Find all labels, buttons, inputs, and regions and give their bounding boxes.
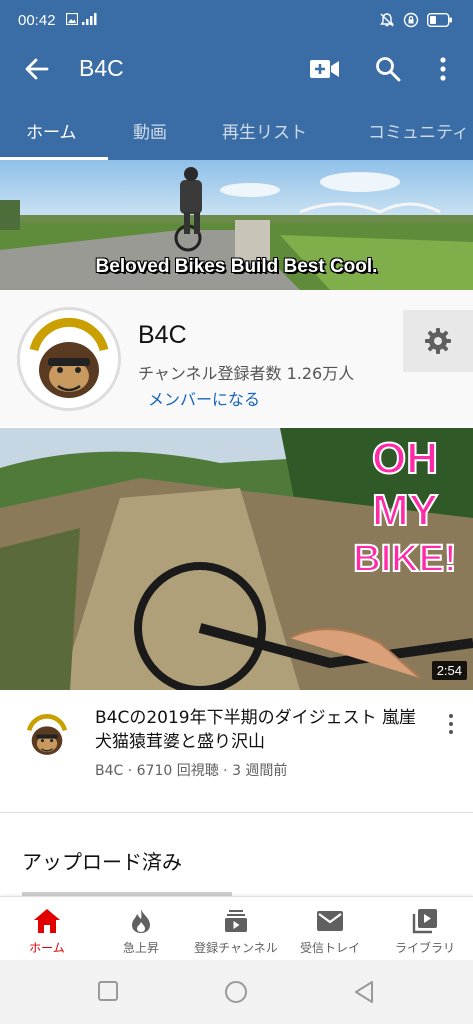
channel-header: B4C チャンネル登録者数 1.26万人 メンバーになる [0,290,473,426]
channel-avatar[interactable] [17,307,121,411]
status-time: 00:42 [18,12,56,29]
circle-icon [225,981,247,1003]
video-title[interactable]: B4Cの2019年下半期のダイジェスト 嵐崖犬猫猿茸婆と盛り沢山 [95,706,425,754]
uploads-section-title: アップロード済み [22,850,182,874]
more-options-button[interactable] [426,52,460,86]
back-arrow-icon [25,58,49,80]
home-system-button[interactable] [224,980,250,1006]
join-membership-link[interactable]: メンバーになる [148,386,260,410]
gear-icon [425,328,451,354]
library-icon [412,909,437,934]
triangle-back-icon [355,981,373,1003]
more-vert-dot [449,714,453,718]
nav-home-label: ホーム [29,941,65,955]
status-right-icons [379,12,453,28]
status-left-icons [66,13,98,25]
app-bar: B4C [0,40,473,98]
status-bar: 00:42 [0,0,473,40]
back-system-button[interactable] [353,980,379,1006]
gorilla-avatar-image [20,310,118,408]
add-video-icon [310,60,339,78]
video-more-button[interactable] [441,712,461,736]
channel-settings-button[interactable] [403,310,473,372]
more-vert-icon [440,57,446,81]
signal-icon [82,13,97,25]
nav-inbox-label: 受信トレイ [299,941,360,955]
tab-videos[interactable]: 動画 [133,118,167,143]
inbox-icon [317,911,343,931]
nav-library[interactable]: ライブラリ [378,897,472,961]
lock-rotation-icon [403,12,419,28]
tab-community[interactable]: コミュニティ [368,118,469,143]
more-vert-dot [449,722,453,726]
nav-trending[interactable]: 急上昇 [94,897,188,961]
search-icon [376,57,401,82]
channel-tabs: ホーム 動画 再生リスト コミュニティ [0,98,473,160]
recent-apps-button[interactable] [97,980,123,1006]
nav-inbox[interactable]: 受信トレイ [283,897,377,961]
image-icon [66,13,78,25]
video-duration-badge: 2:54 [431,661,467,680]
channel-title: B4C [79,55,124,81]
banner-tagline: Beloved Bikes Build Best Cool. [95,256,378,277]
video-meta: B4C · 6710 回視聴 · 3 週間前 [95,763,288,779]
add-video-button[interactable] [308,52,342,86]
search-button[interactable] [371,52,405,86]
thumbnail-overlay-line-3: BIKE! [352,537,457,581]
home-icon [34,909,60,933]
subscriber-count: チャンネル登録者数 1.26万人 [138,364,355,383]
featured-video-thumbnail[interactable]: OH MY BIKE! 2:54 [0,428,473,690]
tab-playlists[interactable]: 再生リスト [222,118,307,143]
square-icon [98,981,118,1001]
video-channel-avatar[interactable] [22,710,72,760]
system-navigation-bar [0,960,473,1024]
nav-subscriptions[interactable]: 登録チャンネル [189,897,283,961]
nav-library-label: ライブラリ [394,941,455,955]
nav-trending-label: 急上昇 [122,941,159,955]
section-divider [0,812,473,813]
featured-video-info[interactable]: B4Cの2019年下半期のダイジェスト 嵐崖犬猫猿茸婆と盛り沢山 B4C · 6… [0,690,473,812]
channel-banner: Beloved Bikes Build Best Cool. [0,160,473,290]
battery-icon [427,13,452,27]
back-button[interactable] [22,54,54,84]
nav-home[interactable]: ホーム [0,897,94,961]
channel-name: B4C [138,321,187,349]
nav-subscriptions-label: 登録チャンネル [194,941,278,955]
more-vert-dot [449,730,453,734]
bottom-navigation: ホーム 急上昇 登録チャンネル 受信トレイ ライブラリ [0,896,473,960]
thumbnail-overlay-line-1: OH [371,433,439,484]
gorilla-avatar-small-image [22,710,72,760]
subscriptions-icon [225,910,247,932]
mute-bell-icon [380,13,394,27]
tab-home[interactable]: ホーム [26,118,77,143]
thumbnail-overlay-line-2: MY [371,485,439,536]
flame-icon [132,909,150,933]
